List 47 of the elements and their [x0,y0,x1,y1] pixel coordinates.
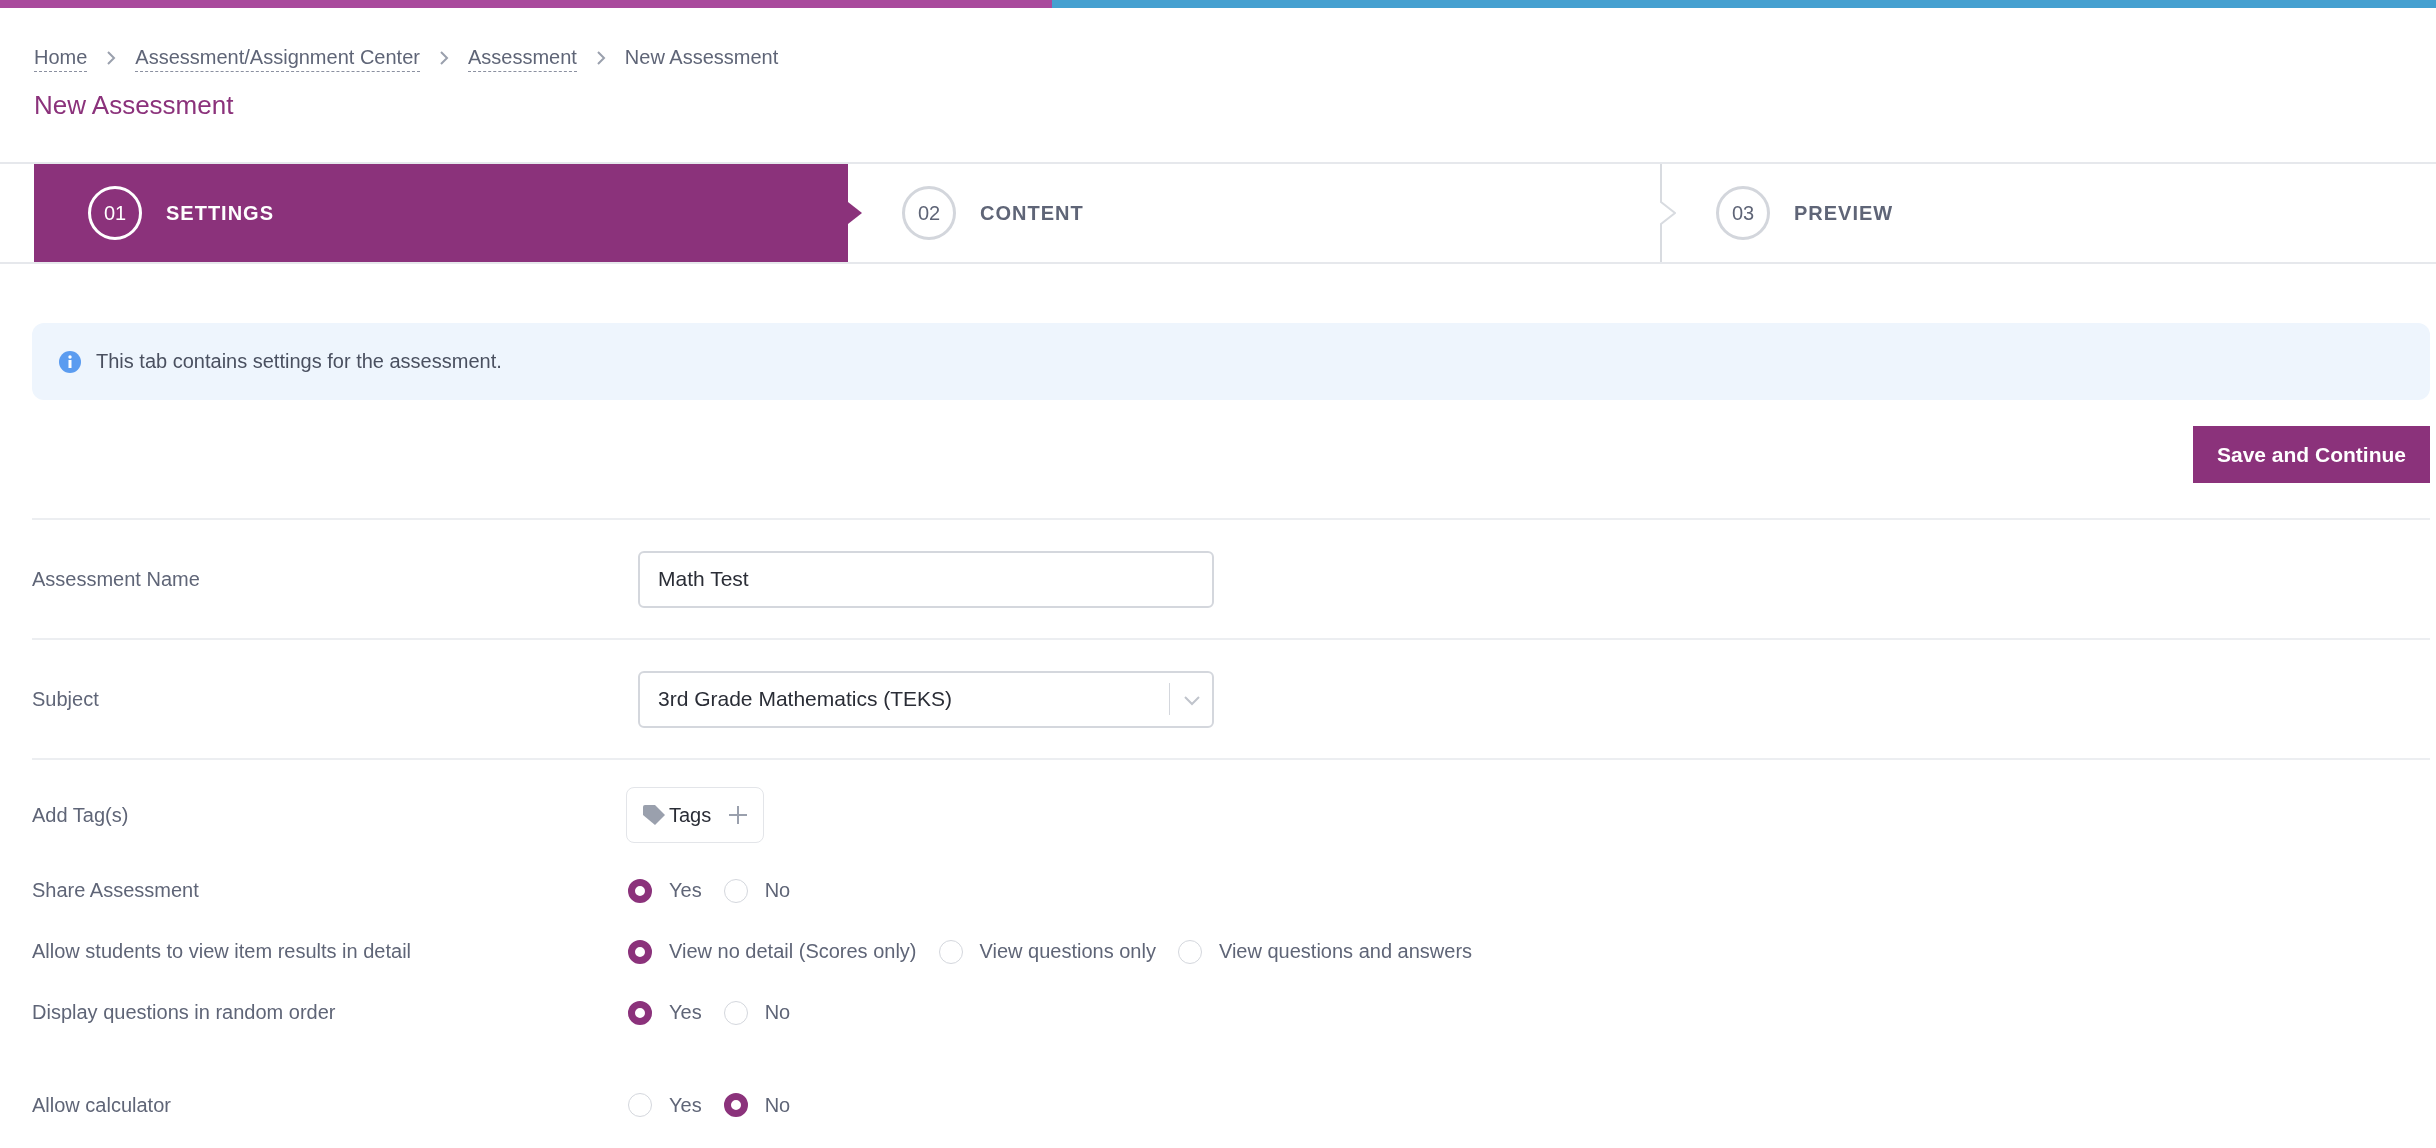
tag-icon [641,803,667,827]
radio-button[interactable] [628,1000,652,1025]
field-label: Allow students to view item results in detail [32,940,413,963]
chevron-right-icon [105,49,118,66]
step-label: CONTENT [980,201,1084,225]
step-label: PREVIEW [1794,201,1894,225]
save-and-continue-button[interactable]: Save and Continue [2192,426,2430,483]
radio-button[interactable] [628,878,652,903]
breadcrumb-current: New Assessment [624,46,779,70]
field-label: Assessment Name [32,567,201,591]
radio-label[interactable]: Yes [669,1001,702,1024]
breadcrumb-link[interactable]: Assessment [467,46,577,72]
field-label: Subject [32,687,100,711]
field-label: Display questions in random order [32,1001,337,1024]
breadcrumb-link[interactable]: Home [34,46,88,72]
input-field[interactable]: Math Test [638,550,1214,608]
radio-label[interactable]: View no detail (Scores only) [669,940,917,963]
step-tab[interactable]: 01 SETTINGS [34,164,848,262]
page-title: New Assessment [34,90,235,121]
plus-icon [727,804,750,826]
chevron-right-icon [594,49,607,66]
info-icon [58,349,82,374]
step-number: 02 [902,186,956,240]
step-label: SETTINGS [166,201,274,225]
step-arrow-icon [848,202,862,224]
radio-label[interactable]: Yes [669,1093,702,1117]
radio-label[interactable]: No [764,879,791,902]
field-label: Share Assessment [32,879,200,902]
radio-label[interactable]: No [764,1001,791,1024]
radio-label[interactable]: View questions only [979,940,1156,963]
radio-label[interactable]: No [764,1093,791,1117]
breadcrumb-link[interactable]: Assessment/Assignment Center [135,46,420,72]
step-number: 01 [88,186,142,240]
add-tags-button[interactable]: Tags [626,787,765,843]
radio-label[interactable]: View questions and answers [1218,940,1473,963]
select-value: 3rd Grade Mathematics (TEKS) [658,687,953,711]
field-label: Add Tag(s) [32,803,130,827]
chevron-down-icon [1184,696,1200,706]
select-field[interactable]: 3rd Grade Mathematics (TEKS) [638,670,1214,728]
radio-label[interactable]: Yes [669,879,702,902]
info-text: This tab contains settings for the assessment. [96,350,502,373]
radio-button[interactable] [723,1093,748,1117]
radio-button[interactable] [628,939,652,964]
field-label: Allow calculator [32,1094,172,1117]
chevron-right-icon [437,49,450,66]
step-separator-icon [1660,164,1676,262]
step-number: 03 [1716,186,1770,240]
